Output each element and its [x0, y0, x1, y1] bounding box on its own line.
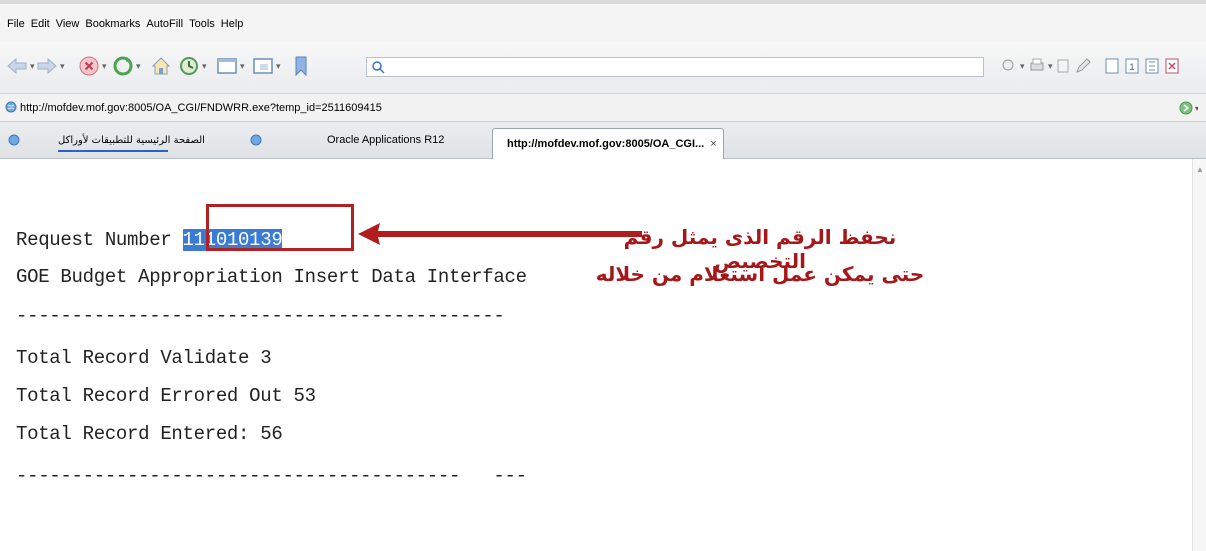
history-icon — [180, 57, 198, 75]
refresh-button[interactable]: ▾ — [112, 53, 141, 79]
menu-bar: File Edit View Bookmarks AutoFill Tools … — [0, 0, 1206, 42]
search-input[interactable] — [389, 59, 979, 75]
search-icon — [372, 61, 385, 74]
forward-button[interactable]: ▾ — [36, 53, 65, 79]
tile-grid-icon — [1145, 58, 1159, 74]
request-number-box — [206, 204, 354, 251]
print-icon — [1030, 58, 1044, 71]
window-button[interactable]: ▾ — [252, 53, 281, 79]
globe-icon — [5, 101, 17, 113]
copy-button[interactable] — [1054, 53, 1072, 79]
search-box[interactable] — [366, 57, 984, 77]
edit-button[interactable] — [1074, 53, 1092, 79]
tab-bar: الصفحة الرئيسية للتطبيقات لأوراكل Oracle… — [0, 122, 1206, 159]
tab-globe-icon — [8, 134, 20, 146]
report-title: GOE Budget Appropriation Insert Data Int… — [16, 266, 527, 288]
menu-edit[interactable]: Edit — [31, 18, 50, 30]
address-url[interactable]: http://mofdev.mof.gov:8005/OA_CGI/FNDWRR… — [20, 102, 382, 114]
new-page-button[interactable] — [1104, 53, 1120, 79]
tab-active-report[interactable]: http://mofdev.mof.gov:8005/OA_CGI... × — [492, 128, 724, 159]
vertical-scrollbar[interactable]: ▲ — [1192, 159, 1206, 551]
svg-text:▾: ▾ — [1195, 104, 1198, 113]
stop-button[interactable]: ▾ — [78, 53, 107, 79]
address-bar: http://mofdev.mof.gov:8005/OA_CGI/FNDWRR… — [0, 94, 1206, 122]
menu-tools[interactable]: Tools — [189, 18, 215, 30]
bookmark-button[interactable] — [290, 53, 312, 79]
menu-bookmarks[interactable]: Bookmarks — [85, 18, 140, 30]
close-window-button[interactable] — [1164, 53, 1180, 79]
tile-grid-button[interactable] — [1144, 53, 1160, 79]
separator-line: ----------------------------------------… — [16, 465, 527, 487]
tile-1-button[interactable]: 1 — [1124, 53, 1140, 79]
refresh-icon — [113, 56, 133, 76]
tab-oracle-apps[interactable]: Oracle Applications R12 — [327, 127, 444, 153]
window-icon — [253, 58, 273, 74]
annotation-line-2: حتى يمكن عمل استعلام من خلاله — [595, 262, 925, 286]
print-button[interactable]: ▾ — [1028, 53, 1053, 79]
stop-icon — [79, 56, 99, 76]
total-errored-line: Total Record Errored Out 53 — [16, 385, 316, 407]
tab-label: http://mofdev.mof.gov:8005/OA_CGI... — [507, 138, 705, 150]
tab-label: الصفحة الرئيسية للتطبيقات لأوراكل — [58, 134, 205, 146]
separator-line: ----------------------------------------… — [16, 305, 505, 327]
toolbar: ▾ ▾ ▾ ▾ ▾ ▾ ▾ ▾ ▾ 1 — [0, 42, 1206, 94]
menu-view[interactable]: View — [56, 18, 80, 30]
bookmark-icon — [295, 56, 307, 77]
tile-1-icon: 1 — [1125, 58, 1139, 74]
tab-label: Oracle Applications R12 — [327, 134, 445, 146]
home-button[interactable] — [150, 53, 172, 79]
go-icon[interactable]: ▾ — [1178, 99, 1198, 117]
pencil-icon — [1076, 58, 1091, 73]
home-icon — [151, 57, 171, 75]
scroll-up-icon[interactable]: ▲ — [1196, 165, 1204, 174]
tab-close-icon[interactable]: × — [710, 138, 716, 150]
zoom-icon — [1002, 59, 1014, 71]
request-label: Request Number — [16, 229, 183, 251]
total-validate-line: Total Record Validate 3 — [16, 347, 272, 369]
close-icon — [1165, 58, 1179, 74]
menu-autofill[interactable]: AutoFill — [146, 18, 183, 30]
report-content: Request Number 111010139 نحفظ الرقم الذى… — [0, 159, 1206, 551]
new-page-icon — [1105, 58, 1119, 74]
zoom-button[interactable]: ▾ — [1000, 53, 1025, 79]
tab-globe-icon — [250, 134, 262, 146]
page-icon — [217, 58, 237, 74]
history-button[interactable]: ▾ — [178, 53, 207, 79]
copy-icon — [1057, 59, 1069, 73]
back-icon — [7, 57, 27, 75]
total-entered-line: Total Record Entered: 56 — [16, 423, 283, 445]
back-button[interactable]: ▾ — [6, 53, 35, 79]
page-button[interactable]: ▾ — [216, 53, 245, 79]
svg-text:1: 1 — [1129, 62, 1134, 72]
tab-loading-bar — [58, 150, 168, 152]
forward-icon — [37, 57, 57, 75]
menu-help[interactable]: Help — [221, 18, 244, 30]
menu-file[interactable]: File — [7, 18, 25, 30]
